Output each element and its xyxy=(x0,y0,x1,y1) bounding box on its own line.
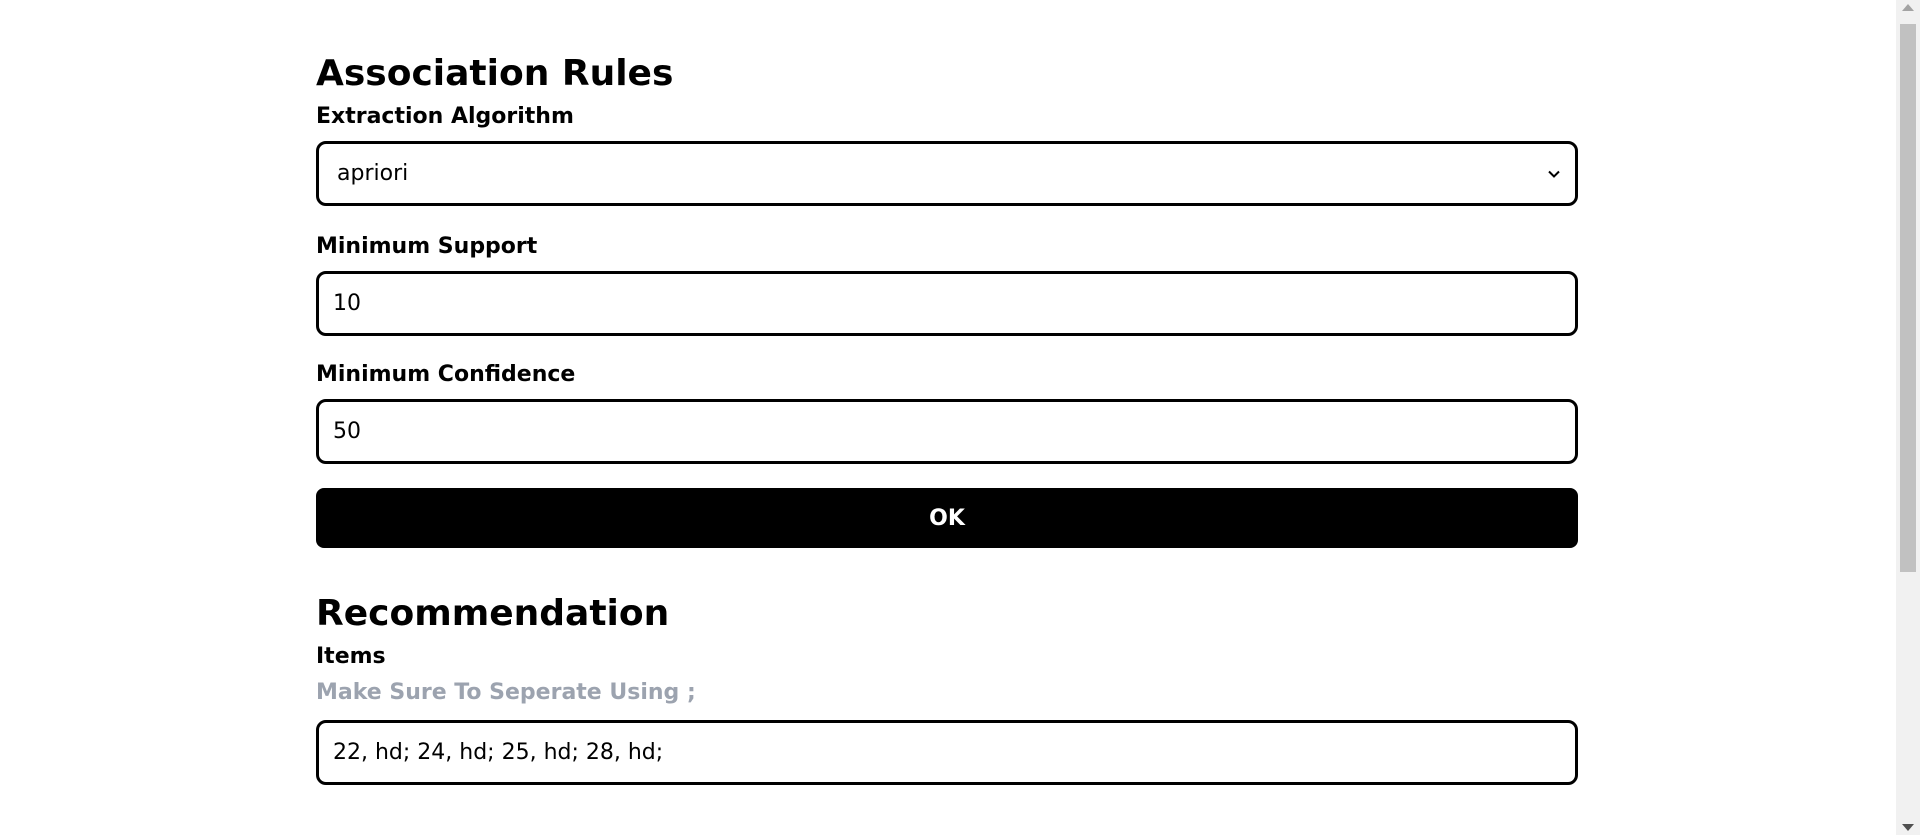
items-input[interactable] xyxy=(316,720,1578,785)
items-hint: Make Sure To Seperate Using ; xyxy=(316,680,696,705)
recommendation-section: Recommendation Items Make Sure To Sepera… xyxy=(316,590,1578,785)
association-rules-title: Association Rules xyxy=(316,53,674,94)
min-support-input[interactable] xyxy=(316,271,1578,336)
items-label: Items xyxy=(316,644,386,669)
ok-button[interactable]: OK xyxy=(316,488,1578,548)
algorithm-label: Extraction Algorithm xyxy=(316,104,574,129)
page: Association Rules Extraction Algorithm a… xyxy=(0,0,1920,835)
scrollbar-thumb[interactable] xyxy=(1900,24,1916,572)
main-content: Association Rules Extraction Algorithm a… xyxy=(316,50,1578,785)
min-support-label: Minimum Support xyxy=(316,234,538,259)
min-confidence-label: Minimum Confidence xyxy=(316,362,576,387)
algorithm-select[interactable]: apriori xyxy=(316,141,1578,206)
vertical-scrollbar[interactable] xyxy=(1896,0,1920,835)
scroll-up-arrow-icon[interactable] xyxy=(1902,4,1914,11)
scroll-down-arrow-icon[interactable] xyxy=(1902,824,1914,831)
chevron-down-icon xyxy=(1548,170,1560,178)
min-confidence-input[interactable] xyxy=(316,399,1578,464)
recommendation-title: Recommendation xyxy=(316,593,670,634)
association-rules-section: Association Rules Extraction Algorithm a… xyxy=(316,50,1578,548)
algorithm-selected-value: apriori xyxy=(337,161,409,186)
